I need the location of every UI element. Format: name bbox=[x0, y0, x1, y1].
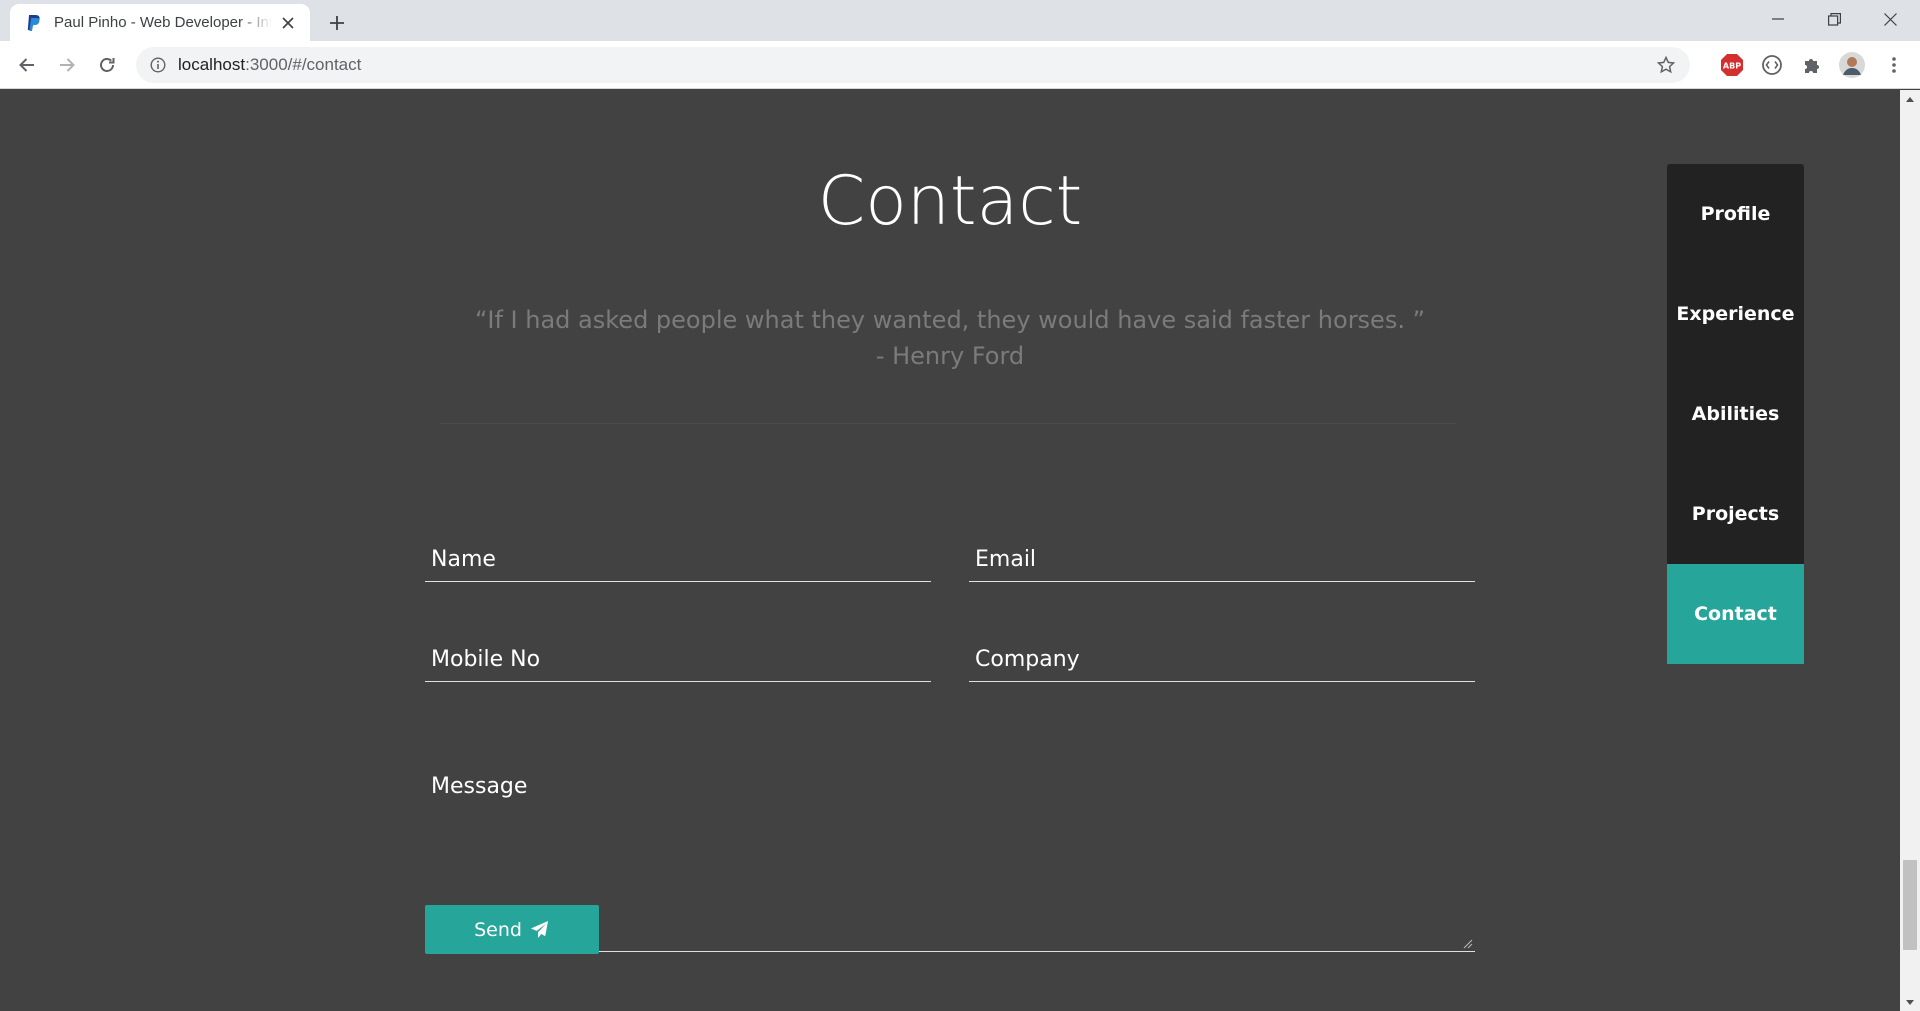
more-vert-icon[interactable] bbox=[1880, 51, 1908, 79]
restore-icon[interactable] bbox=[1806, 0, 1862, 38]
nav-item-contact[interactable]: Contact bbox=[1667, 564, 1804, 664]
send-button[interactable]: Send bbox=[425, 905, 599, 954]
forward-icon[interactable] bbox=[50, 48, 84, 82]
nav-item-abilities[interactable]: Abilities bbox=[1667, 364, 1804, 464]
nav-item-profile[interactable]: Profile bbox=[1667, 164, 1804, 264]
nav-item-projects[interactable]: Projects bbox=[1667, 464, 1804, 564]
url-text: localhost:3000/#/contact bbox=[178, 55, 361, 75]
close-window-icon[interactable] bbox=[1862, 0, 1918, 38]
puzzle-icon[interactable] bbox=[1798, 51, 1826, 79]
scroll-up-icon[interactable] bbox=[1900, 90, 1920, 107]
url-host: localhost bbox=[178, 55, 246, 74]
url-path: :3000/#/contact bbox=[245, 55, 362, 74]
tab-title: Paul Pinho - Web Developer - Interactive… bbox=[54, 14, 272, 31]
company-field-wrapper bbox=[969, 630, 1475, 682]
scrollbar-thumb[interactable] bbox=[1903, 860, 1917, 950]
scroll-down-icon[interactable] bbox=[1900, 994, 1920, 1011]
info-icon[interactable] bbox=[148, 55, 168, 75]
close-icon[interactable] bbox=[278, 13, 298, 33]
star-icon[interactable] bbox=[1656, 55, 1676, 75]
browser-tab-strip: Paul Pinho - Web Developer - Interactive… bbox=[0, 0, 1920, 41]
browser-toolbar: localhost:3000/#/contact ABP bbox=[0, 41, 1920, 89]
divider bbox=[440, 423, 1456, 424]
mobile-input[interactable] bbox=[425, 630, 931, 681]
svg-text:ABP: ABP bbox=[1723, 62, 1741, 71]
name-field-wrapper bbox=[425, 530, 931, 582]
quote-author: - Henry Ford bbox=[875, 342, 1025, 370]
side-navigation: Profile Experience Abilities Projects Co… bbox=[1667, 164, 1804, 664]
paypal-favicon-icon bbox=[24, 13, 44, 33]
address-bar[interactable]: localhost:3000/#/contact bbox=[136, 47, 1690, 83]
avatar[interactable] bbox=[1838, 51, 1866, 79]
mobile-field-wrapper bbox=[425, 630, 931, 682]
plus-icon[interactable] bbox=[324, 10, 350, 36]
email-field-wrapper bbox=[969, 530, 1475, 582]
reload-icon[interactable] bbox=[90, 48, 124, 82]
quote-text: “If I had asked people what they wanted,… bbox=[474, 306, 1426, 334]
email-input[interactable] bbox=[969, 530, 1475, 581]
extension-icon[interactable] bbox=[1758, 51, 1786, 79]
vertical-scrollbar[interactable] bbox=[1900, 90, 1920, 1011]
adblock-icon[interactable]: ABP bbox=[1718, 51, 1746, 79]
browser-tab[interactable]: Paul Pinho - Web Developer - Interactive… bbox=[10, 4, 310, 41]
page-title: Contact bbox=[817, 162, 1083, 241]
page-content: Contact “If I had asked people what they… bbox=[0, 90, 1900, 1011]
resize-grip-icon[interactable] bbox=[1463, 939, 1473, 949]
nav-item-experience[interactable]: Experience bbox=[1667, 264, 1804, 364]
back-icon[interactable] bbox=[10, 48, 44, 82]
quote: “If I had asked people what they wanted,… bbox=[0, 302, 1900, 374]
send-label: Send bbox=[474, 918, 522, 941]
name-input[interactable] bbox=[425, 530, 931, 581]
paper-plane-icon bbox=[530, 920, 550, 940]
minimize-icon[interactable] bbox=[1750, 0, 1806, 38]
company-input[interactable] bbox=[969, 630, 1475, 681]
